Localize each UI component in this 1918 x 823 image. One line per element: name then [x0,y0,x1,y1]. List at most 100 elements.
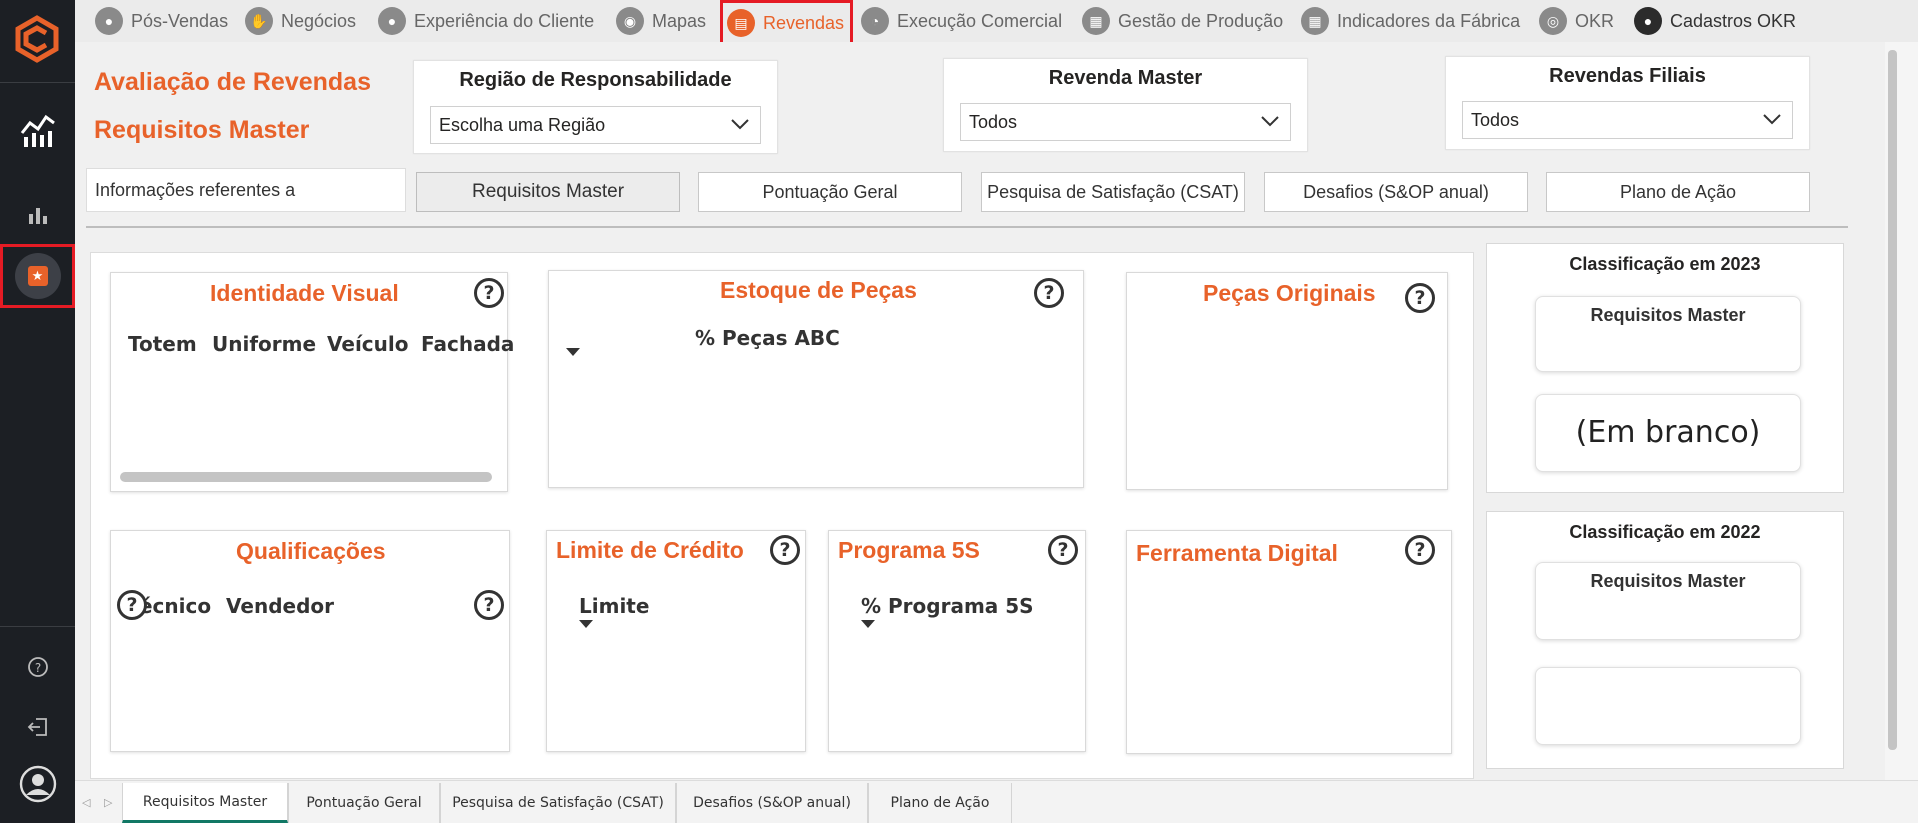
column-header[interactable]: % Programa 5S [861,594,1034,618]
factory-icon: ▦ [1301,7,1329,35]
sidebar-help-button[interactable]: ? [0,640,75,694]
column-header[interactable]: Uniforme [212,332,316,356]
logout-icon [27,718,47,736]
line-chart-icon [20,114,55,147]
bottom-tab-pontuacao-geral[interactable]: Pontuação Geral [288,783,440,823]
nav-mapas[interactable]: ◉ Mapas [616,0,706,42]
column-header[interactable]: % Peças ABC [695,326,840,350]
tab-requisitos-master[interactable]: Requisitos Master [416,172,680,212]
slicer-revenda-master: Revenda Master Todos [943,58,1308,152]
nav-gestao-producao[interactable]: ▦ Gestão de Produção [1082,0,1283,42]
slicer-revendas-filiais: Revendas Filiais Todos [1445,56,1810,150]
sidebar-favorites-button[interactable]: ★ [0,244,75,308]
help-icon[interactable]: ? [474,590,504,620]
sidebar-analytics-button[interactable] [0,104,75,158]
help-icon[interactable]: ? [1034,278,1064,308]
slicer-regiao: Região de Responsabilidade Escolha uma R… [413,60,778,154]
horizontal-scrollbar[interactable] [120,472,492,482]
kpi-card-value-2023: (Em branco) [1535,394,1801,472]
column-header[interactable]: Veículo [327,332,409,356]
slicer-master-dropdown[interactable]: Todos [960,103,1291,141]
slicer-regiao-label: Região de Responsabilidade [459,69,732,91]
user-icon: ● [1634,7,1662,35]
bottom-tab-plano-acao[interactable]: Plano de Ação [868,783,1012,823]
card-identidade-visual-title: Identidade Visual [210,280,399,306]
sidebar-reports-button[interactable] [0,188,75,242]
kpi-card-value-2022 [1535,667,1801,745]
chevron-down-icon [731,119,749,130]
card-estoque-pecas-title: Estoque de Peças [720,277,917,303]
card-ferramenta-digital-title: Ferramenta Digital [1136,540,1338,566]
factory-icon: ▦ [1082,7,1110,35]
bottom-tab-requisitos-master[interactable]: Requisitos Master [122,783,288,823]
tab-plano-acao[interactable]: Plano de Ação [1546,172,1810,212]
bar-chart-icon [28,208,47,224]
kpi-card-requisitos-2023: Requisitos Master [1535,296,1801,372]
classificacao-2023-title: Classificação em 2023 [1569,254,1761,274]
tab-desafios[interactable]: Desafios (S&OP anual) [1264,172,1528,212]
nav-revendas[interactable]: ▤ Revendas [720,0,853,46]
sort-down-icon[interactable] [861,620,875,628]
person-icon: ● [378,7,406,35]
help-icon[interactable]: ? [117,590,147,620]
column-header[interactable]: Totem [128,332,197,356]
star-icon: ★ [27,266,48,286]
brand-logo-icon[interactable] [12,14,62,64]
kpi-label: Requisitos Master [1590,305,1746,325]
help-icon[interactable]: ? [474,278,504,308]
slicer-regiao-dropdown[interactable]: Escolha uma Região [430,106,761,144]
card-qualificacoes-title: Qualificações [236,538,386,564]
help-icon[interactable]: ? [770,535,800,565]
column-header[interactable]: Fachada [421,332,514,356]
kpi-value: (Em branco) [1575,415,1761,450]
kpi-label: Requisitos Master [1590,571,1746,591]
sidebar-logout-button[interactable] [0,700,75,754]
next-page-icon[interactable]: ▷ [104,796,112,809]
nav-pos-vendas[interactable]: ● Pós-Vendas [95,0,228,42]
nav-experiencia-cliente[interactable]: ● Experiência do Cliente [378,0,594,42]
favorites-circle: ★ [14,253,61,299]
left-sidebar: ★ ? [0,0,75,823]
person-icon: ● [95,7,123,35]
sidebar-profile-button[interactable] [0,757,75,811]
classificacao-2022-title: Classificação em 2022 [1569,522,1761,542]
column-header[interactable]: Vendedor [226,594,334,618]
slicer-filiais-label: Revendas Filiais [1549,65,1706,87]
kpi-card-requisitos-2022: Requisitos Master [1535,562,1801,640]
tab-pesquisa-satisfacao[interactable]: Pesquisa de Satisfação (CSAT) [981,172,1245,212]
page-subtitle: Requisitos Master [94,116,310,144]
column-header[interactable]: Limite [579,594,649,618]
svg-text:?: ? [34,661,40,675]
sort-down-icon[interactable] [566,348,580,356]
card-pecas-originais-title: Peças Originais [1203,280,1376,306]
prev-page-icon[interactable]: ◁ [82,796,90,809]
help-icon[interactable]: ? [1405,535,1435,565]
panel-classificacao-2023: Classificação em 2023 Requisitos Master … [1486,243,1844,493]
help-icon[interactable]: ? [1048,535,1078,565]
info-text-box: Informações referentes a [86,168,406,212]
target-icon: ◎ [1539,7,1567,35]
slicer-filiais-dropdown[interactable]: Todos [1462,101,1793,139]
top-navigation: ● Pós-Vendas ✋ Negócios ● Experiência do Cl… [75,0,1918,46]
user-avatar-icon [19,765,56,803]
card-limite-credito-title: Limite de Crédito [556,537,744,563]
bottom-tab-pesquisa-satisfacao[interactable]: Pesquisa de Satisfação (CSAT) [440,783,676,823]
help-icon[interactable]: ? [1405,283,1435,313]
nav-cadastros-okr[interactable]: ● Cadastros OKR [1634,0,1796,42]
sort-down-icon[interactable] [579,620,593,628]
tab-pontuacao-geral[interactable]: Pontuação Geral [698,172,962,212]
slicer-master-label: Revenda Master [1048,67,1203,89]
nav-execucao-comercial[interactable]: ◔ Execução Comercial [861,0,1062,42]
store-icon: ▤ [727,9,755,37]
help-icon: ? [27,657,48,677]
nav-negocios[interactable]: ✋ Negócios [245,0,356,42]
sidebar-separator [0,82,75,83]
nav-okr[interactable]: ◎ OKR [1539,0,1614,42]
nav-indicadores-fabrica[interactable]: ▦ Indicadores da Fábrica [1301,0,1520,42]
vertical-scrollbar-thumb[interactable] [1888,50,1897,750]
card-programa-5s-title: Programa 5S [838,537,980,563]
bottom-tab-desafios[interactable]: Desafios (S&OP anual) [676,783,868,823]
divider-line [86,226,1848,228]
map-person-icon: ◉ [616,7,644,35]
page-title: Avaliação de Revendas [94,68,371,96]
